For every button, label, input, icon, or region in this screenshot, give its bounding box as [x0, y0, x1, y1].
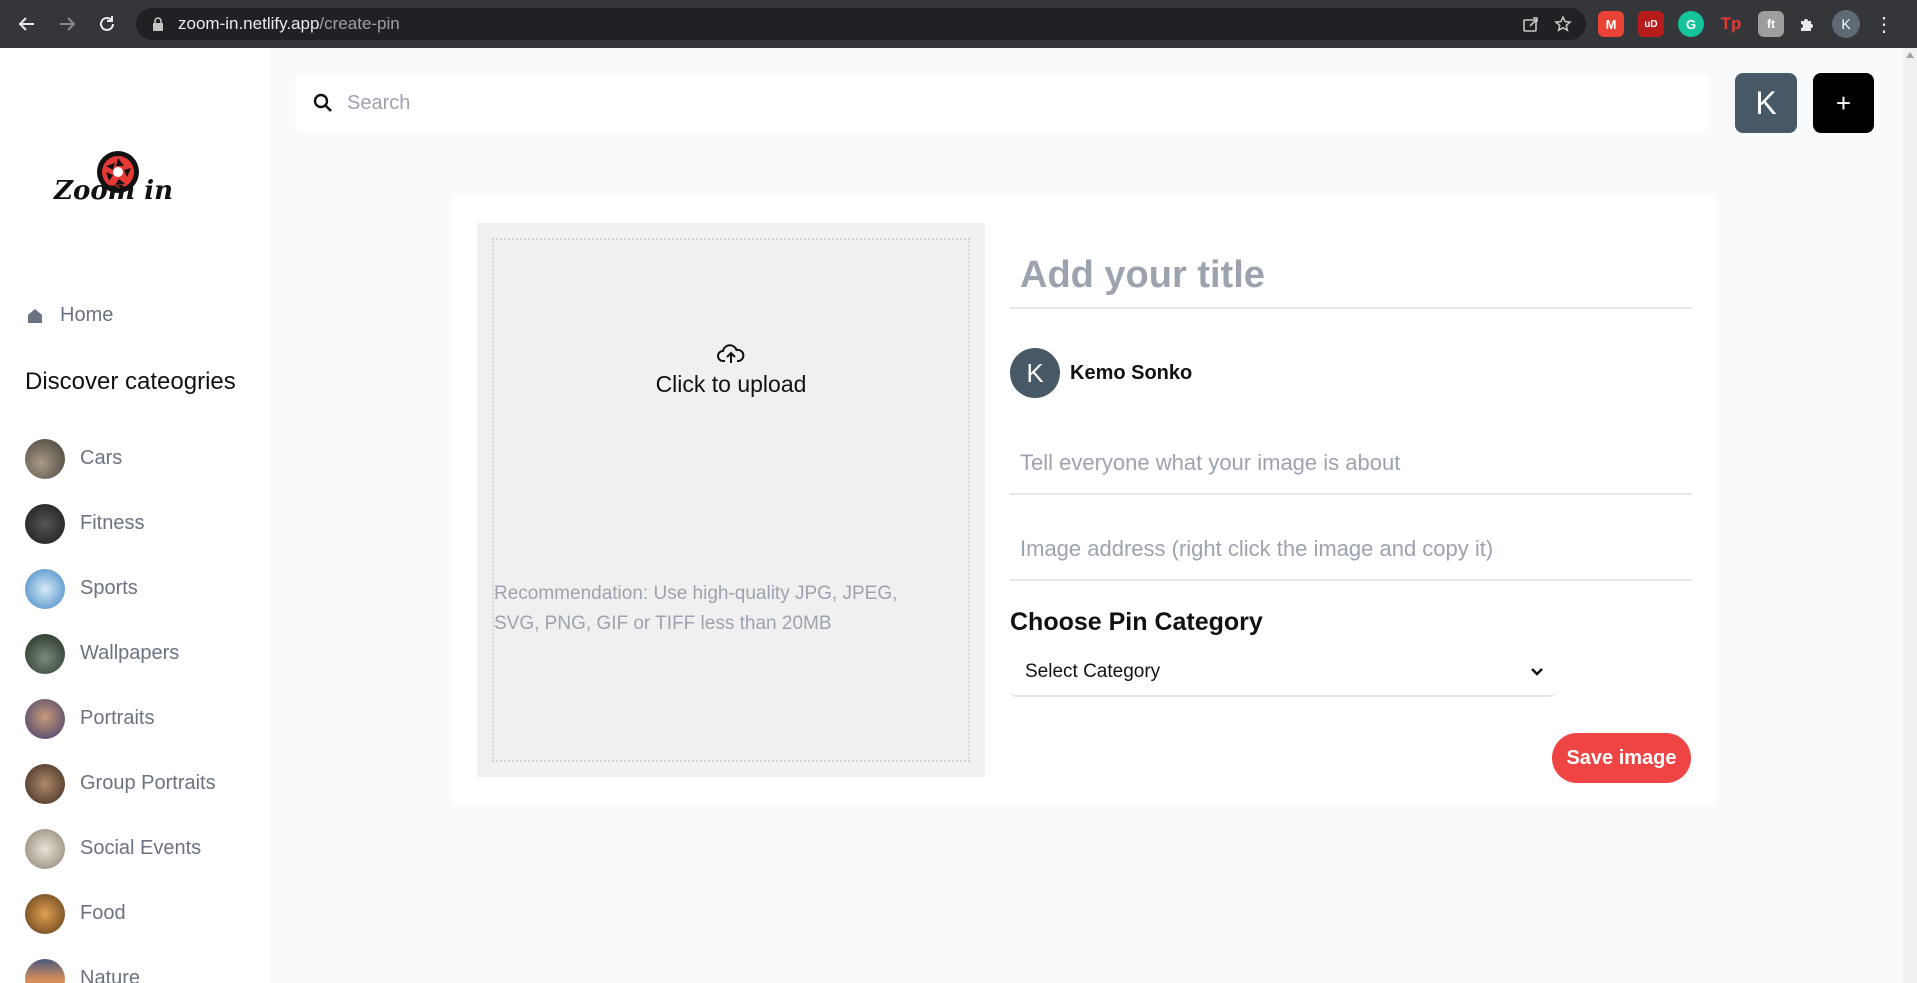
scrollbar[interactable]	[1903, 48, 1917, 983]
font-extension-icon[interactable]: ft	[1758, 11, 1784, 37]
scroll-up-arrow-icon[interactable]	[1906, 52, 1914, 58]
reload-button[interactable]	[87, 0, 127, 48]
upload-recommendation: Recommendation: Use high-quality JPG, JP…	[494, 583, 898, 634]
cloud-upload-icon	[717, 344, 745, 363]
title-input[interactable]	[1010, 223, 1692, 309]
save-image-button[interactable]: Save image	[1552, 733, 1691, 783]
home-icon	[28, 308, 42, 323]
sidebar-item-label: Fitness	[80, 512, 145, 534]
search-input[interactable]	[347, 91, 1647, 115]
create-pin-card: Click to upload Recommendation: Use high…	[452, 193, 1716, 807]
arrow-left-icon	[18, 17, 34, 31]
more-menu-icon[interactable]: ⋮	[1874, 12, 1894, 37]
categories-heading: Discover cateogries	[25, 368, 236, 395]
sidebar-item-wallpapers[interactable]: Wallpapers	[25, 621, 216, 686]
lock-icon	[153, 17, 163, 31]
back-button[interactable]	[7, 0, 47, 48]
pin-form: K Kemo Sonko Choose Pin Category Select …	[1010, 223, 1692, 697]
sidebar-item-nature[interactable]: Nature	[25, 946, 216, 983]
share-icon[interactable]	[1522, 15, 1540, 33]
sidebar-item-home[interactable]: Home	[26, 304, 113, 327]
sidebar-item-label: Nature	[80, 967, 141, 983]
search-icon	[313, 93, 332, 112]
sidebar: Zoom in Home Discover cateogries Cars Fi…	[0, 48, 270, 983]
category-thumbnail	[25, 828, 65, 869]
sidebar-item-group-portraits[interactable]: Group Portraits	[25, 751, 216, 816]
forward-button[interactable]	[47, 0, 87, 48]
search-bar[interactable]	[295, 74, 1709, 132]
sidebar-item-label: Cars	[80, 447, 123, 469]
category-label: Choose Pin Category	[1010, 608, 1263, 636]
category-select[interactable]: Select Category	[1010, 649, 1556, 697]
avatar: K	[1010, 348, 1060, 398]
category-thumbnail	[25, 958, 65, 983]
upload-border	[492, 238, 970, 762]
category-thumbnail	[25, 568, 65, 609]
sidebar-item-label: Home	[60, 304, 114, 326]
user-avatar-button[interactable]: K	[1735, 73, 1797, 133]
browser-profile-avatar[interactable]: K	[1832, 10, 1860, 38]
upload-dropzone[interactable]: Click to upload Recommendation: Use high…	[477, 223, 985, 777]
sidebar-item-label: Portraits	[80, 707, 155, 729]
user-name: Kemo Sonko	[1070, 361, 1193, 384]
category-list: Cars Fitness Sports Wallpapers Portraits…	[25, 426, 216, 983]
star-icon[interactable]	[1554, 15, 1572, 33]
puzzle-icon[interactable]	[1798, 14, 1818, 34]
sidebar-item-social-events[interactable]: Social Events	[25, 816, 216, 881]
upload-cta-text: Click to upload	[655, 371, 807, 397]
sidebar-item-cars[interactable]: Cars	[25, 426, 216, 491]
sidebar-item-label: Social Events	[80, 837, 202, 859]
browser-toolbar: zoom-in.netlify.app/create-pin M uD G Tp…	[0, 0, 1917, 48]
pin-author: K Kemo Sonko	[1010, 348, 1692, 398]
about-input[interactable]	[1010, 433, 1692, 495]
sidebar-item-label: Wallpapers	[80, 642, 180, 664]
url-path: /create-pin	[319, 14, 400, 33]
sidebar-item-portraits[interactable]: Portraits	[25, 686, 216, 751]
sidebar-item-sports[interactable]: Sports	[25, 556, 216, 621]
category-thumbnail	[25, 763, 65, 804]
category-selected-value: Select Category	[1025, 661, 1161, 682]
chevron-down-icon	[1531, 668, 1543, 676]
grammarly-extension-icon[interactable]: G	[1678, 11, 1704, 37]
image-address-input[interactable]	[1010, 519, 1692, 581]
arrow-right-icon	[60, 17, 76, 31]
tp-extension-icon[interactable]: Tp	[1718, 11, 1744, 37]
extensions-bar: M uD G Tp ft K ⋮	[1598, 8, 1894, 40]
reload-icon	[100, 16, 114, 31]
category-thumbnail	[25, 503, 65, 544]
upload-cta[interactable]: Click to upload	[477, 343, 985, 398]
sidebar-item-label: Food	[80, 902, 126, 924]
sidebar-item-fitness[interactable]: Fitness	[25, 491, 216, 556]
gmail-extension-icon[interactable]: M	[1598, 11, 1624, 37]
address-bar[interactable]: zoom-in.netlify.app/create-pin	[136, 8, 1586, 40]
category-thumbnail	[25, 698, 65, 739]
ublock-extension-icon[interactable]: uD	[1638, 11, 1664, 37]
sidebar-item-label: Group Portraits	[80, 772, 216, 794]
logo-text: Zoom in	[54, 176, 174, 206]
category-thumbnail	[25, 633, 65, 674]
create-pin-button[interactable]: +	[1813, 73, 1874, 133]
category-thumbnail	[25, 893, 65, 934]
sidebar-item-label: Sports	[80, 577, 138, 599]
sidebar-item-food[interactable]: Food	[25, 881, 216, 946]
url-host: zoom-in.netlify.app	[178, 14, 320, 33]
category-thumbnail	[25, 438, 65, 479]
